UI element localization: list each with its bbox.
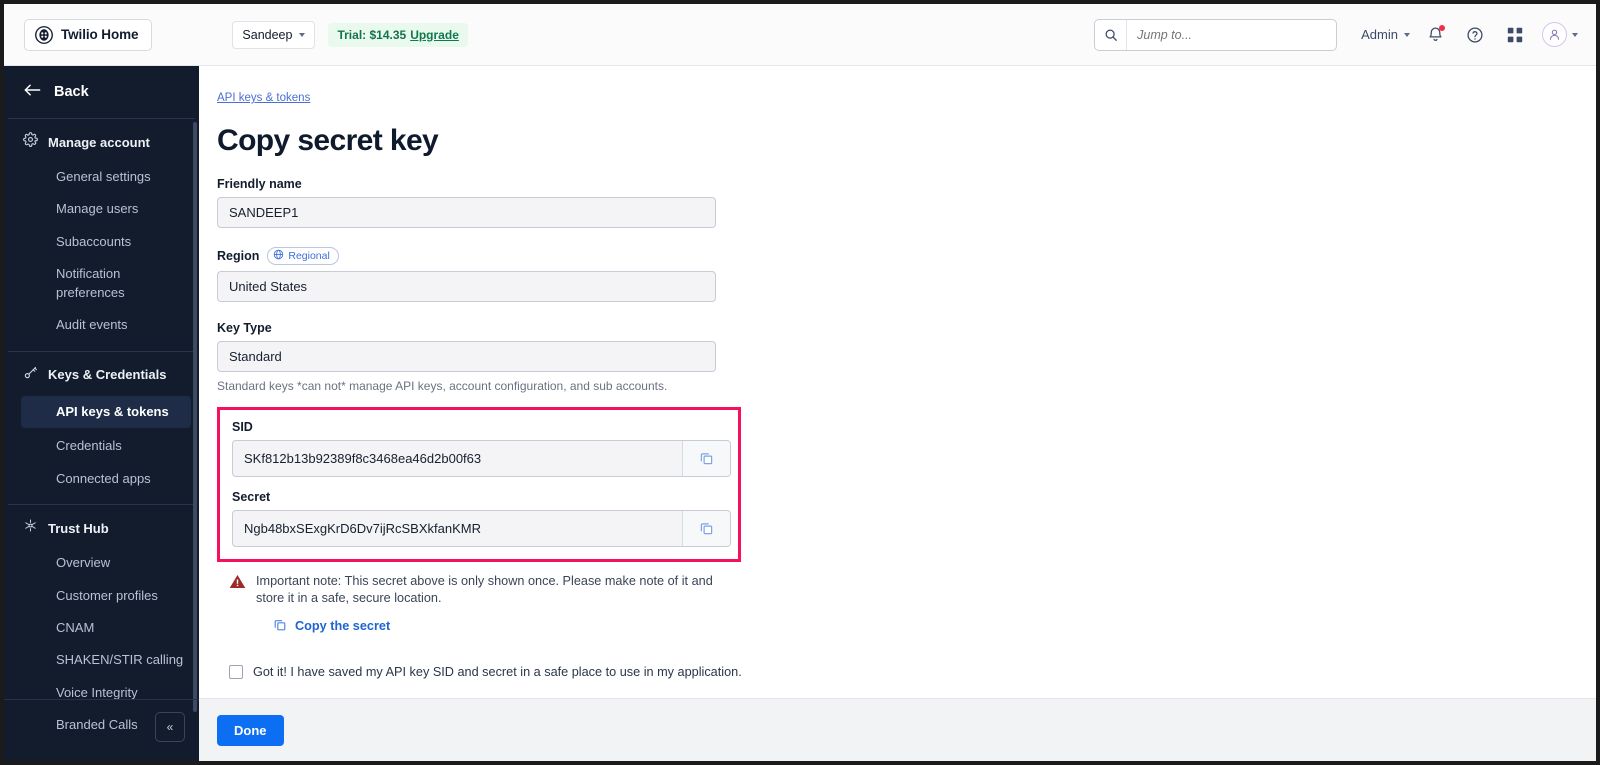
friendly-name-field-group: Friendly name SANDEEP1 [217,177,716,228]
chevron-down-icon [1572,32,1578,37]
key-type-helper-text: Standard keys *can not* manage API keys,… [217,379,668,393]
got-it-checkbox-label: Got it! I have saved my API key SID and … [253,664,742,679]
collapse-sidebar-button[interactable]: « [155,712,185,742]
sidebar-item-cnam[interactable]: CNAM [4,612,199,644]
top-bar-right-cluster: Admin [1094,18,1596,51]
sidebar-group-label: Trust Hub [48,520,109,536]
app-window: Twilio Home Sandeep Trial: $14.35 Upgrad… [4,4,1596,761]
admin-menu-button[interactable]: Admin [1361,27,1410,42]
sidebar-item-general-settings[interactable]: General settings [4,161,199,193]
secret-field[interactable]: Ngb48bxSExgKrD6Dv7ijRcSBXkfanKMR [232,510,731,547]
page-title: Copy secret key [217,124,439,157]
copy-secret-button[interactable] [682,511,730,546]
regional-badge-label: Regional [288,250,330,262]
sidebar-item-customer-profiles[interactable]: Customer profiles [4,580,199,612]
search-input[interactable] [1127,19,1328,50]
got-it-checkbox[interactable] [229,664,243,679]
key-type-input[interactable]: Standard [217,341,716,372]
sidebar-item-connected-apps[interactable]: Connected apps [4,463,199,495]
sidebar-item-notification-preferences[interactable]: Notification preferences [4,258,199,309]
sidebar-item-subaccounts[interactable]: Subaccounts [4,226,199,258]
sidebar-item-overview[interactable]: Overview [4,547,199,579]
copy-the-secret-link[interactable]: Copy the secret [273,618,1596,635]
sidebar-item-api-keys-tokens[interactable]: API keys & tokens [21,395,191,429]
friendly-name-label: Friendly name [217,177,302,191]
chevron-down-icon [1404,32,1410,37]
avatar [1542,22,1567,47]
twilio-home-label: Twilio Home [61,27,139,42]
region-field-group: Region Regional United States [217,247,716,302]
arrow-left-icon [23,82,42,103]
sidebar-item-audit-events[interactable]: Audit events [4,309,199,341]
sidebar-back-button[interactable]: Back [4,66,199,118]
trusthub-icon [23,518,38,538]
trial-amount-label: Trial: $14.35 [337,27,407,42]
sidebar-group-label: Keys & Credentials [48,367,167,383]
sidebar-footer: « [4,699,199,761]
important-note: Important note: This secret above is onl… [217,573,737,607]
done-button[interactable]: Done [217,715,284,746]
key-type-field-group: Key Type Standard Standard keys *can not… [217,321,716,393]
user-menu-button[interactable] [1542,22,1578,47]
sidebar-group-keys-credentials[interactable]: Keys & Credentials [4,352,199,394]
sid-label: SID [232,420,253,434]
sidebar-group-label: Manage account [48,134,150,150]
sidebar-item-manage-users[interactable]: Manage users [4,193,199,225]
twilio-logo-icon [35,25,53,44]
account-name-label: Sandeep [242,27,293,42]
friendly-name-input[interactable]: SANDEEP1 [217,197,716,228]
twilio-home-button[interactable]: Twilio Home [24,18,153,51]
sidebar-navigation: Back Manage account General settings Man… [4,66,199,761]
footer-action-bar: Done [199,698,1596,761]
copy-icon [273,618,287,635]
globe-icon [273,249,284,263]
key-type-label: Key Type [217,321,272,335]
key-icon [23,365,38,385]
top-navigation-bar: Twilio Home Sandeep Trial: $14.35 Upgrad… [4,4,1596,66]
sid-value[interactable]: SKf812b13b92389f8c3468ea46d2b00f63 [233,441,682,476]
main-content: API keys & tokens Copy secret key Friend… [199,66,1596,761]
important-note-text: Important note: This secret above is onl… [256,574,713,605]
region-label: Region [217,249,260,263]
search-icon [1095,19,1128,50]
secret-value[interactable]: Ngb48bxSExgKrD6Dv7ijRcSBXkfanKMR [233,511,682,546]
sidebar-item-shaken-stir-calling[interactable]: SHAKEN/STIR calling [4,644,199,676]
breadcrumb-api-keys-tokens[interactable]: API keys & tokens [217,92,310,104]
sidebar-group-manage-account[interactable]: Manage account [4,119,199,161]
account-switcher-button[interactable]: Sandeep [232,20,316,49]
sid-field[interactable]: SKf812b13b92389f8c3468ea46d2b00f63 [232,440,731,477]
sidebar-back-label: Back [54,84,89,100]
global-search[interactable] [1094,18,1338,51]
credentials-highlight-region: SID SKf812b13b92389f8c3468ea46d2b00f63 S… [217,407,741,562]
region-label-row: Region Regional [217,247,716,265]
gear-icon [23,132,38,152]
secret-label: Secret [232,490,271,504]
sidebar-scrollbar[interactable] [193,122,197,712]
sidebar-group-trust-hub[interactable]: Trust Hub [4,505,199,547]
trial-balance-badge: Trial: $14.35 Upgrade [328,22,468,47]
regional-badge: Regional [267,247,339,265]
admin-label: Admin [1361,27,1398,42]
region-input[interactable]: United States [217,271,716,302]
app-grid-button[interactable] [1500,20,1530,50]
copy-sid-button[interactable] [682,441,730,476]
help-button[interactable] [1460,20,1490,50]
notifications-button[interactable] [1420,20,1450,50]
upgrade-link[interactable]: Upgrade [410,28,459,42]
sidebar-item-credentials[interactable]: Credentials [4,430,199,462]
chevron-down-icon [299,32,306,37]
acknowledgement-row: Got it! I have saved my API key SID and … [217,664,1596,679]
copy-the-secret-label: Copy the secret [295,619,391,634]
notification-dot-indicator [1439,24,1445,31]
warning-icon [229,573,246,607]
